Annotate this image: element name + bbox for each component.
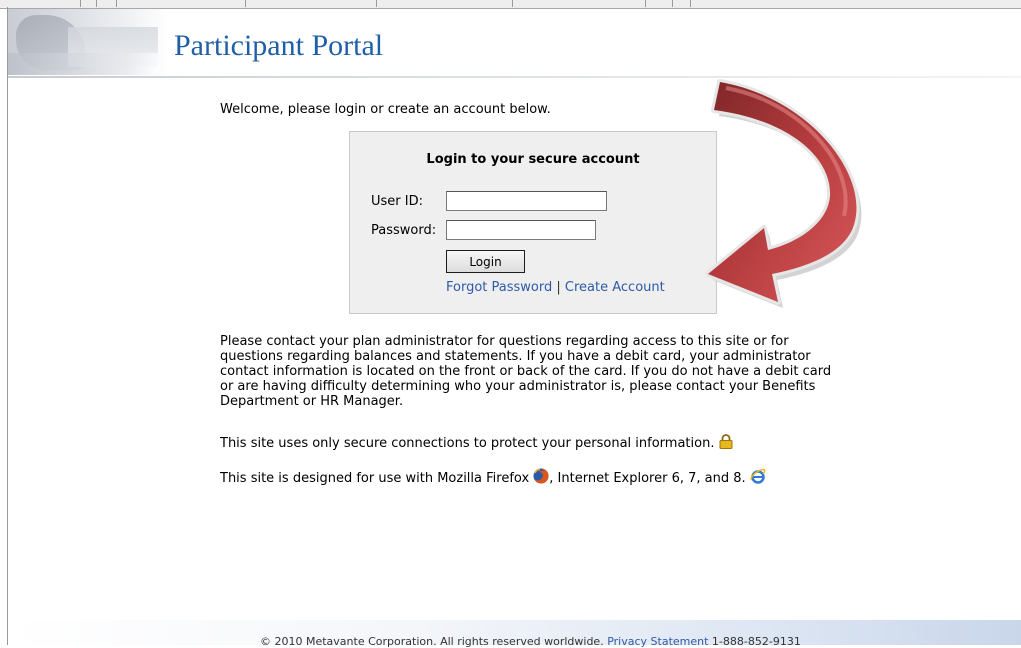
lock-icon <box>719 434 733 453</box>
login-heading: Login to your secure account <box>426 152 640 167</box>
link-separator: | <box>556 280 561 295</box>
welcome-text: Welcome, please login or create an accou… <box>220 102 551 117</box>
password-input[interactable] <box>446 220 596 240</box>
page-header: Participant Portal <box>8 9 1021 75</box>
copyright-text: © 2010 Metavante Corporation. All rights… <box>260 635 604 648</box>
account-links: Forgot Password | Create Account <box>446 280 665 295</box>
user-id-label: User ID: <box>371 194 423 209</box>
internet-explorer-icon <box>750 468 766 488</box>
contact-paragraph: Please contact your plan administrator f… <box>220 334 832 409</box>
browser-text-suffix: , Internet Explorer 6, 7, and 8. <box>549 471 746 486</box>
secure-connection-line: This site uses only secure connections t… <box>220 434 835 453</box>
privacy-statement-link[interactable]: Privacy Statement <box>607 635 708 648</box>
login-panel: Login to your secure account User ID: Pa… <box>349 131 717 314</box>
user-id-input[interactable] <box>446 191 607 211</box>
create-account-link[interactable]: Create Account <box>565 280 665 295</box>
browser-support-line: This site is designed for use with Mozil… <box>220 468 835 488</box>
forgot-password-link[interactable]: Forgot Password <box>446 280 552 295</box>
phone-number: 1-888-852-9131 <box>711 635 801 648</box>
curved-arrow-annotation <box>705 79 862 308</box>
password-label: Password: <box>371 223 437 238</box>
secure-text: This site uses only secure connections t… <box>220 436 715 451</box>
page-title: Participant Portal <box>174 29 384 62</box>
browser-text-prefix: This site is designed for use with Mozil… <box>220 471 530 486</box>
firefox-icon <box>533 468 549 488</box>
login-button[interactable]: Login <box>446 250 525 273</box>
footer-text: © 2010 Metavante Corporation. All rights… <box>260 635 801 648</box>
header-banner-image <box>8 9 168 75</box>
page-footer: © 2010 Metavante Corporation. All rights… <box>8 620 1021 648</box>
